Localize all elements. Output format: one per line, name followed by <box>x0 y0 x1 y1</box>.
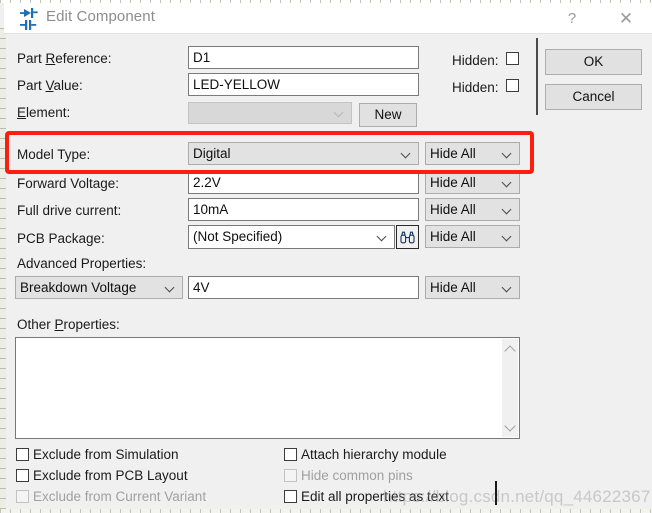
chevron-down-icon <box>402 149 411 158</box>
title-separator <box>4 33 652 34</box>
edit-component-dialog: Edit Component ? ✕ Part Reference: D1 Hi… <box>0 0 652 513</box>
forward-voltage-input[interactable]: 2.2V <box>188 171 419 194</box>
cancel-button[interactable]: Cancel <box>545 84 642 110</box>
component-diode-icon <box>20 8 40 30</box>
attach-hierarchy-module-label: Attach hierarchy module <box>301 447 447 462</box>
advanced-property-visibility-combobox[interactable]: Hide All <box>425 276 520 299</box>
part-value-input[interactable]: LED-YELLOW <box>188 73 419 96</box>
help-icon[interactable]: ? <box>555 7 589 31</box>
part-reference-hidden-checkbox[interactable] <box>506 52 519 65</box>
title-bar: Edit Component ? ✕ <box>4 3 652 33</box>
part-reference-hidden-label: Hidden: <box>452 53 499 68</box>
button-column-separator <box>536 38 538 115</box>
binoculars-icon <box>400 231 415 243</box>
exclude-from-simulation-checkbox[interactable] <box>16 448 29 461</box>
full-drive-current-visibility-combobox[interactable]: Hide All <box>425 198 520 221</box>
chevron-down-icon <box>335 108 344 117</box>
chevron-down-icon <box>503 205 512 214</box>
pcb-package-label: PCB Package: <box>17 231 105 246</box>
edit-all-properties-as-text-checkbox[interactable] <box>284 490 297 503</box>
full-drive-current-input[interactable]: 10mA <box>188 198 419 221</box>
new-element-button[interactable]: New <box>359 103 417 127</box>
element-label: Element: <box>17 105 71 120</box>
watermark-text: https://blog.csdn.net/qq_44622367 <box>383 487 651 506</box>
chevron-down-icon <box>503 232 512 241</box>
model-type-combobox[interactable]: Digital <box>188 142 419 165</box>
exclude-from-current-variant-checkbox <box>16 490 29 503</box>
full-drive-current-label: Full drive current: <box>17 203 122 218</box>
chevron-down-icon <box>503 149 512 158</box>
advanced-property-value-input[interactable]: 4V <box>188 276 419 299</box>
pcb-package-combobox[interactable]: (Not Specified) <box>188 225 395 249</box>
close-icon[interactable]: ✕ <box>609 7 643 31</box>
exclude-from-pcb-layout-checkbox[interactable] <box>16 469 29 482</box>
chevron-down-icon <box>166 283 175 292</box>
other-properties-label: Other Properties: <box>17 317 120 332</box>
advanced-properties-label: Advanced Properties: <box>17 256 147 271</box>
other-properties-textarea[interactable] <box>15 337 520 439</box>
forward-voltage-label: Forward Voltage: <box>17 176 120 191</box>
exclude-from-simulation-label: Exclude from Simulation <box>33 447 179 462</box>
hide-common-pins-label: Hide common pins <box>301 468 413 483</box>
part-value-label: Part Value: <box>17 78 83 93</box>
pcb-package-browse-button[interactable] <box>396 225 419 249</box>
element-combobox[interactable] <box>188 102 352 124</box>
model-type-label: Model Type: <box>17 147 91 162</box>
schematic-grid-left <box>0 28 6 513</box>
exclude-from-current-variant-label: Exclude from Current Variant <box>33 489 207 504</box>
text-caret <box>495 481 497 505</box>
exclude-from-pcb-layout-label: Exclude from PCB Layout <box>33 468 188 483</box>
attach-hierarchy-module-checkbox[interactable] <box>284 448 297 461</box>
scroll-up-icon[interactable] <box>502 341 518 357</box>
part-reference-label: Part Reference: <box>17 51 112 66</box>
model-type-visibility-combobox[interactable]: Hide All <box>425 142 520 165</box>
other-properties-scrollbar[interactable] <box>502 339 518 437</box>
scroll-down-icon[interactable] <box>502 419 518 435</box>
advanced-property-combobox[interactable]: Breakdown Voltage <box>15 276 183 299</box>
chevron-down-icon <box>503 283 512 292</box>
part-value-hidden-label: Hidden: <box>452 80 499 95</box>
schematic-grid-bottom <box>0 509 652 513</box>
chevron-down-icon <box>503 178 512 187</box>
forward-voltage-visibility-combobox[interactable]: Hide All <box>425 171 520 194</box>
pcb-package-visibility-combobox[interactable]: Hide All <box>425 225 520 248</box>
part-reference-input[interactable]: D1 <box>188 46 419 69</box>
hide-common-pins-checkbox <box>284 469 297 482</box>
window-title: Edit Component <box>46 8 155 25</box>
ok-button[interactable]: OK <box>545 49 642 75</box>
chevron-down-icon <box>378 232 387 241</box>
part-value-hidden-checkbox[interactable] <box>506 79 519 92</box>
